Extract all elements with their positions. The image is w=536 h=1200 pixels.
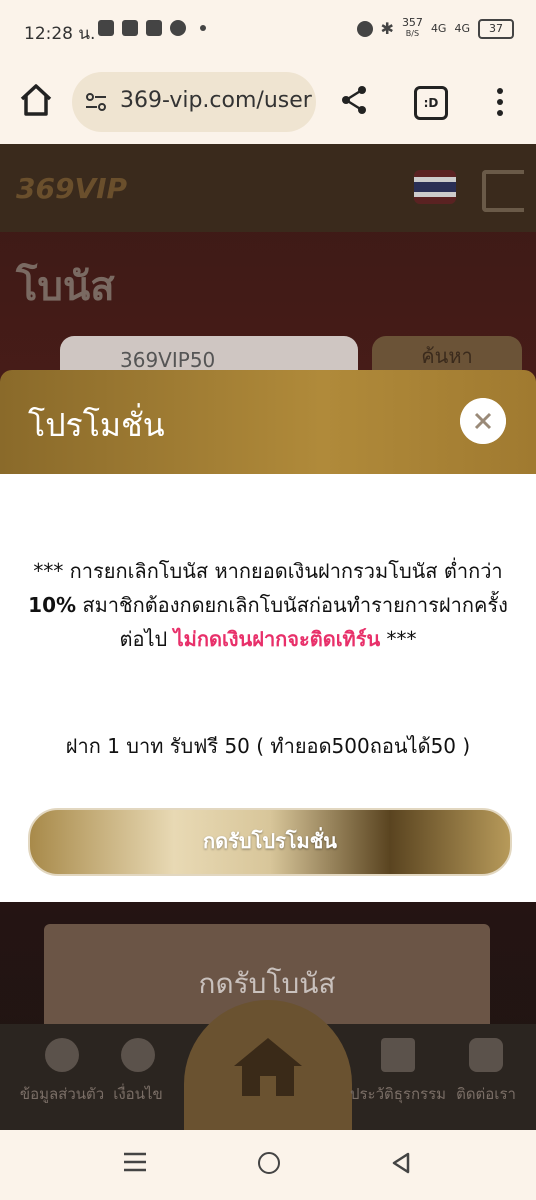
back-icon[interactable] xyxy=(390,1152,412,1174)
home-icon[interactable] xyxy=(18,82,54,118)
battery-icon: 37 xyxy=(478,18,514,39)
signal-4g-1: 4G xyxy=(430,22,447,35)
cancel-bonus-notice: *** การยกเลิกโบนัส หากยอดเงินฝากรวมโบนัส… xyxy=(22,554,514,656)
more-menu-icon[interactable] xyxy=(490,86,510,118)
nav-history[interactable]: ประวัติธุรกรรม xyxy=(348,1038,448,1106)
nav-contact[interactable]: ติดต่อเรา xyxy=(436,1038,536,1106)
signal-4g-2: 4G xyxy=(454,22,470,35)
recent-apps-icon[interactable] xyxy=(124,1152,146,1172)
notice-warning: ไม่กดเงินฝากจะติดเทิร์น xyxy=(173,627,381,651)
line-chat-icon xyxy=(469,1038,503,1072)
question-icon xyxy=(121,1038,155,1072)
net-speed: 357 B/S xyxy=(401,16,423,38)
notice-end: *** xyxy=(380,627,417,651)
messenger-icon xyxy=(170,20,186,36)
list-icon xyxy=(381,1038,415,1072)
home-icon xyxy=(234,1038,302,1096)
site-settings-icon[interactable] xyxy=(84,90,108,114)
share-icon[interactable] xyxy=(338,84,370,116)
close-icon[interactable] xyxy=(460,398,506,444)
address-bar[interactable]: 369-vip.com/user xyxy=(72,72,316,132)
more-notifications-icon xyxy=(200,25,206,31)
promotion-detail: ฝาก 1 บาท รับฟรี 50 ( ทำยอด500ถอนได้50 ) xyxy=(65,734,471,758)
nav-history-label: ประวัติธุรกรรม xyxy=(349,1085,447,1103)
nav-terms-label: เงื่อนไข xyxy=(113,1085,163,1103)
facebook-icon xyxy=(146,20,162,36)
browser-toolbar: 369-vip.com/user :D xyxy=(0,60,536,144)
user-icon xyxy=(45,1038,79,1072)
logout-icon[interactable] xyxy=(482,170,524,212)
system-home-icon[interactable] xyxy=(258,1152,280,1174)
app-notification-icon xyxy=(98,20,114,36)
notice-percent: 10% xyxy=(28,593,77,617)
notification-icons xyxy=(98,20,206,36)
status-bar: 12:28 น. ✱ 357 B/S 4G 4G 37 xyxy=(0,0,536,60)
system-nav-bar xyxy=(0,1130,536,1200)
site-logo: 369VIP xyxy=(16,172,128,205)
status-indicators: ✱ 357 B/S 4G 4G 37 xyxy=(356,16,514,39)
bottom-nav: ข้อมูลส่วนตัว เงื่อนไข ประวัติธุรกรรม ติ… xyxy=(0,1000,536,1130)
url-text[interactable]: 369-vip.com/user xyxy=(120,88,312,113)
tabs-button[interactable]: :D xyxy=(414,86,448,120)
nav-contact-label: ติดต่อเรา xyxy=(456,1085,516,1103)
status-time: 12:28 น. xyxy=(24,24,96,44)
nav-terms[interactable]: เงื่อนไข xyxy=(88,1038,188,1106)
claim-promotion-button[interactable]: กดรับโปรโมชั่น xyxy=(28,808,512,876)
app-notification-icon xyxy=(122,20,138,36)
bluetooth-icon: ✱ xyxy=(380,19,394,38)
notice-text: *** การยกเลิกโบนัส หากยอดเงินฝากรวมโบนัส… xyxy=(33,559,503,583)
site-header: 369VIP xyxy=(0,144,536,232)
promotion-modal-body: *** การยกเลิกโบนัส หากยอดเงินฝากรวมโบนัส… xyxy=(0,474,536,902)
modal-title: โปรโมชั่น xyxy=(28,406,165,444)
promotion-modal-header: โปรโมชั่น xyxy=(0,370,536,474)
page-title: โบนัส xyxy=(16,264,115,310)
thai-flag-icon[interactable] xyxy=(414,170,456,204)
alarm-icon xyxy=(356,20,373,37)
